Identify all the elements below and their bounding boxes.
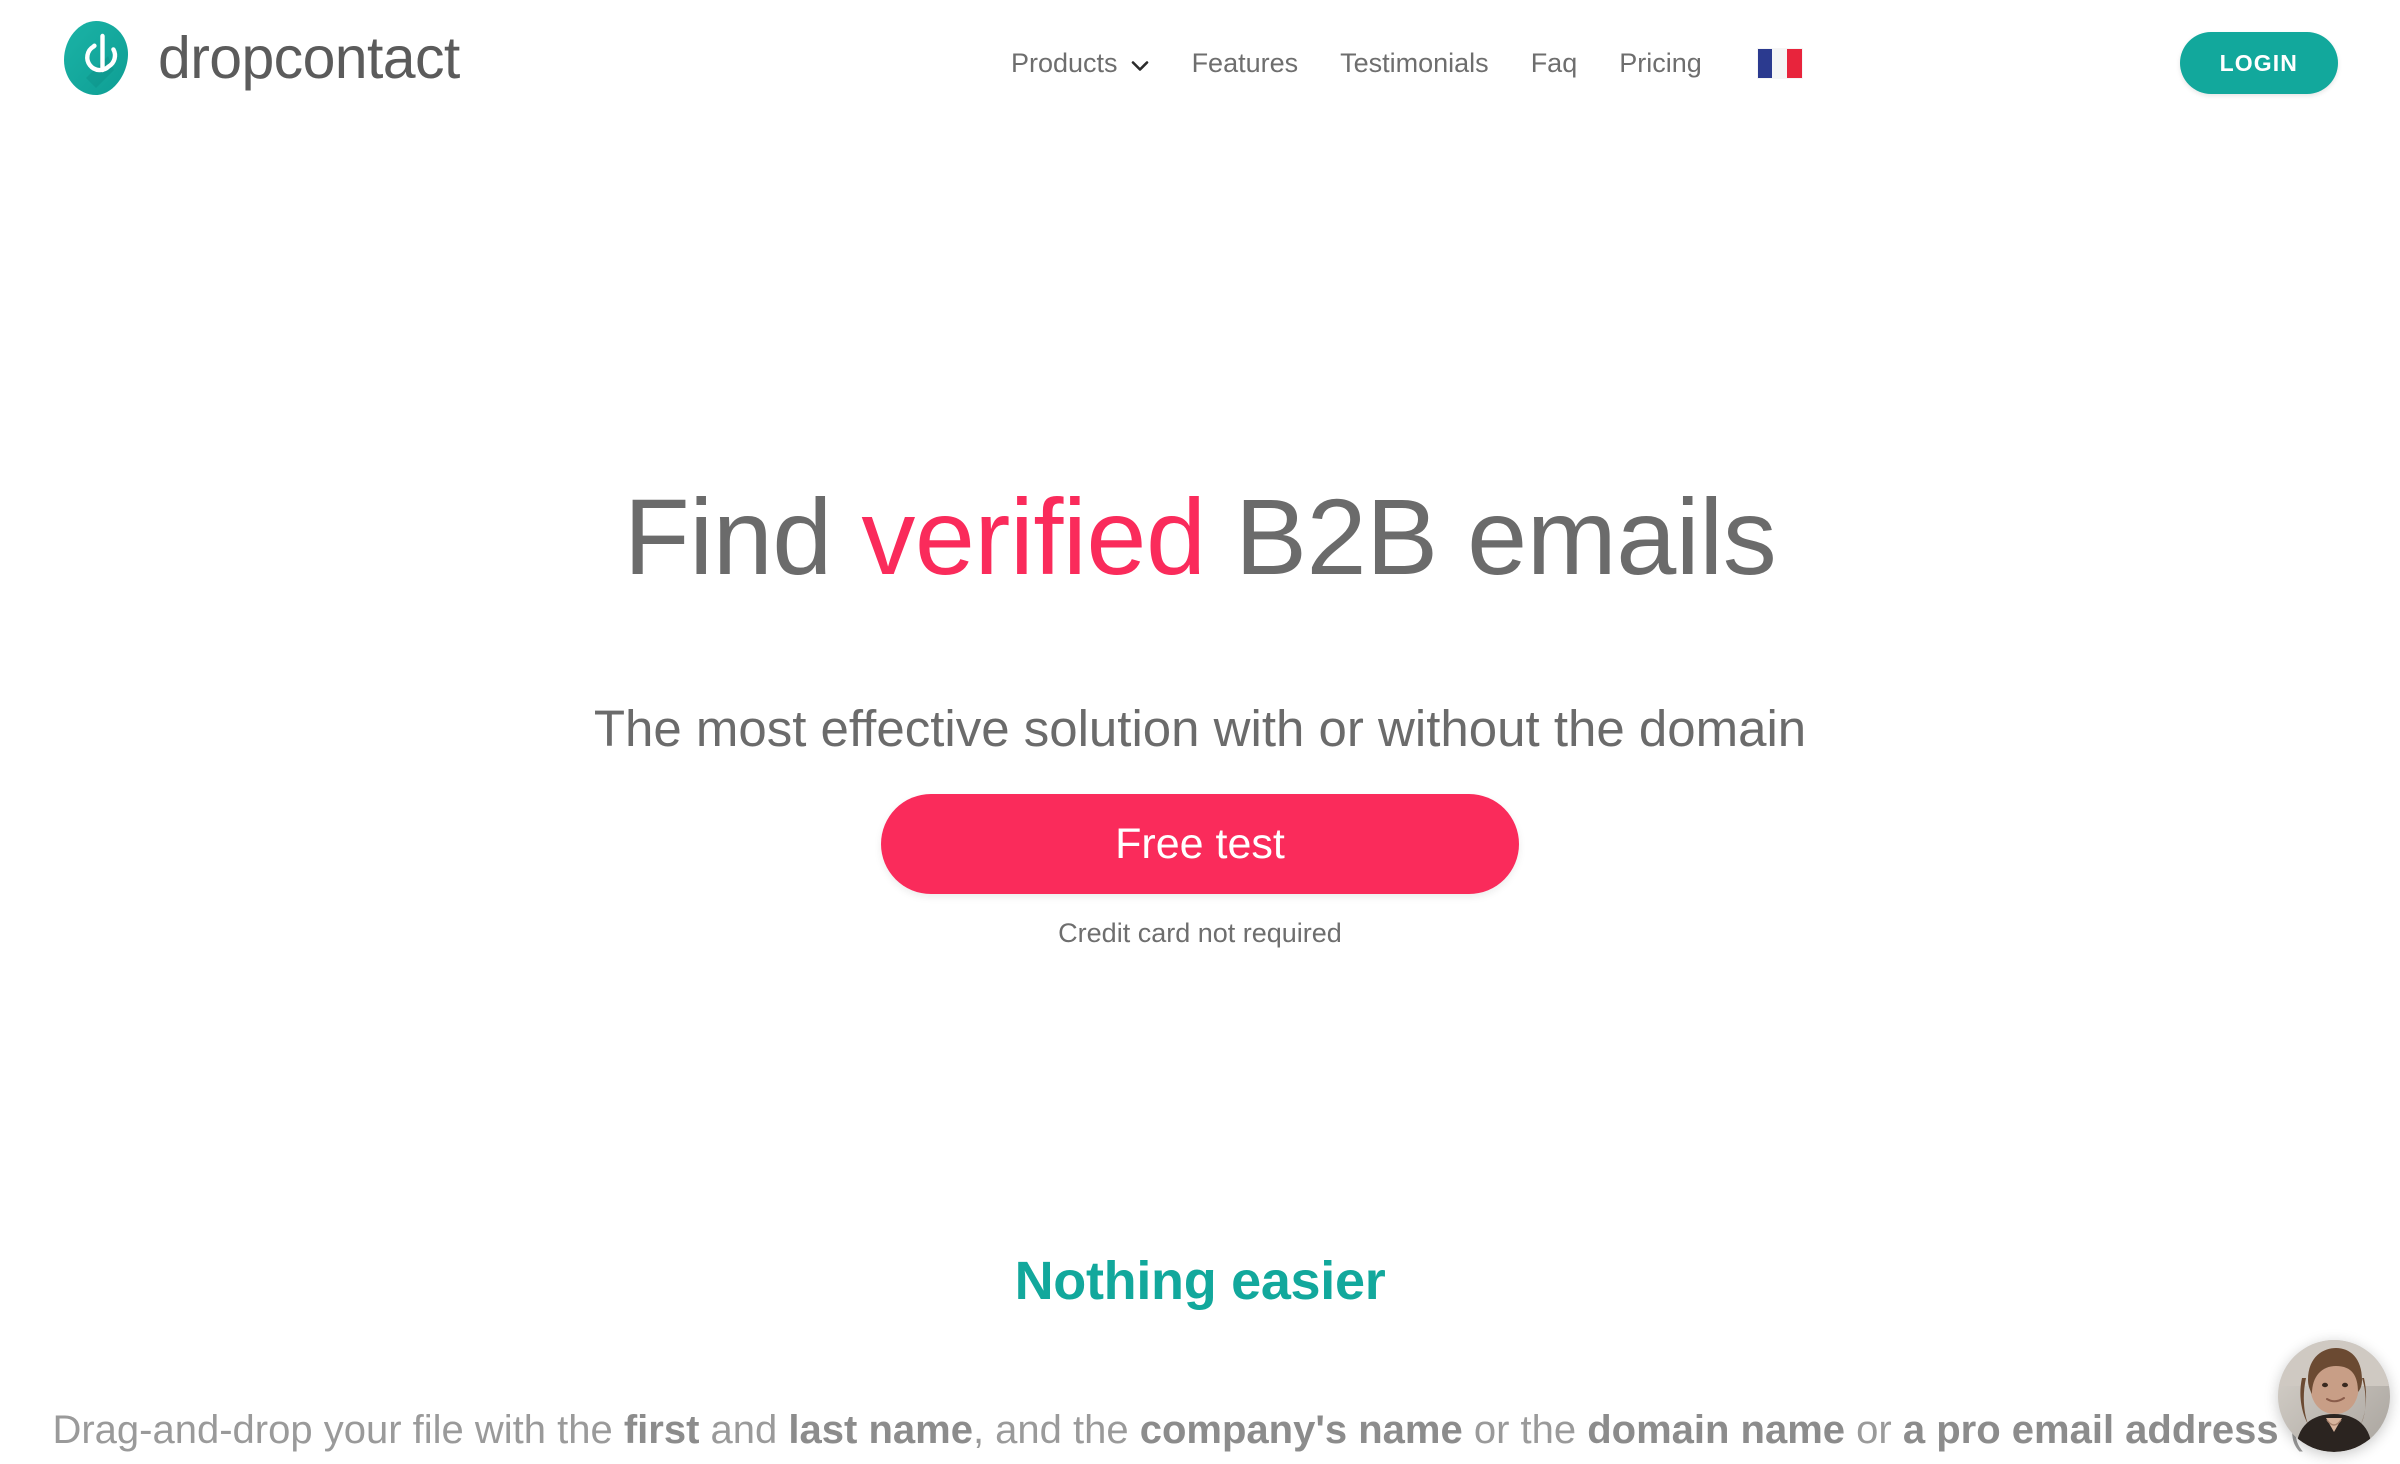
login-button[interactable]: LOGIN [2179, 32, 2338, 94]
body-segment-8: or [1845, 1408, 1903, 1452]
page-title: Find verified B2B emails [0, 476, 2400, 598]
main-navigation: Products Features Testimonials Faq Prici… [990, 48, 1803, 79]
nothing-easier-heading: Nothing easier [1014, 1251, 1386, 1311]
nav-item-faq-label: Faq [1530, 48, 1578, 78]
nav-item-testimonials[interactable]: Testimonials [1319, 50, 1510, 77]
brand-name: dropcontact [158, 24, 460, 91]
dropcontact-d-logo-icon [56, 18, 136, 98]
nothing-easier-body: Drag-and-drop your file with the first a… [0, 1400, 2400, 1464]
body-segment-5: company's name [1139, 1408, 1463, 1452]
body-segment-7: domain name [1587, 1408, 1846, 1452]
avatar [2278, 1340, 2390, 1452]
body-segment-4: , and the [972, 1408, 1140, 1452]
body-segment-9: a pro email address [1902, 1408, 2279, 1452]
nav-item-faq[interactable]: Faq [1510, 50, 1599, 77]
flag-stripe-blue [1757, 49, 1773, 78]
brand-logo-link[interactable]: dropcontact [56, 18, 460, 98]
body-segment-6: or the [1462, 1408, 1588, 1452]
hero-title-part2: B2B emails [1205, 476, 1777, 597]
hero-cta-group: Free test Credit card not required [0, 794, 2400, 949]
free-test-button[interactable]: Free test [881, 794, 1519, 894]
body-segment-2: and [699, 1408, 789, 1452]
france-flag-icon[interactable] [1756, 48, 1803, 79]
hero-title-part1: Find [623, 476, 862, 597]
body-segment-3: last name [788, 1408, 973, 1452]
nav-item-pricing[interactable]: Pricing [1598, 50, 1723, 77]
flag-stripe-white [1772, 49, 1788, 78]
nav-item-pricing-label: Pricing [1619, 48, 1702, 78]
nav-item-features-label: Features [1191, 48, 1299, 78]
credit-card-note: Credit card not required [1058, 918, 1342, 948]
chat-widget-avatar[interactable] [2278, 1340, 2390, 1452]
site-header: dropcontact Products Features Testimonia… [0, 0, 2400, 140]
nav-item-testimonials-label: Testimonials [1340, 48, 1489, 78]
body-segment-1: first [623, 1408, 700, 1452]
hero-subtitle: The most effective solution with or with… [593, 700, 1807, 757]
chevron-down-icon [1130, 56, 1150, 76]
nav-item-products-label: Products [1011, 48, 1118, 78]
flag-stripe-red [1787, 49, 1802, 78]
nav-item-products[interactable]: Products [990, 50, 1171, 77]
hero-title-accent: verified [861, 476, 1206, 597]
nav-item-features[interactable]: Features [1171, 50, 1320, 77]
body-segment-0: Drag-and-drop your file with the [52, 1408, 624, 1452]
